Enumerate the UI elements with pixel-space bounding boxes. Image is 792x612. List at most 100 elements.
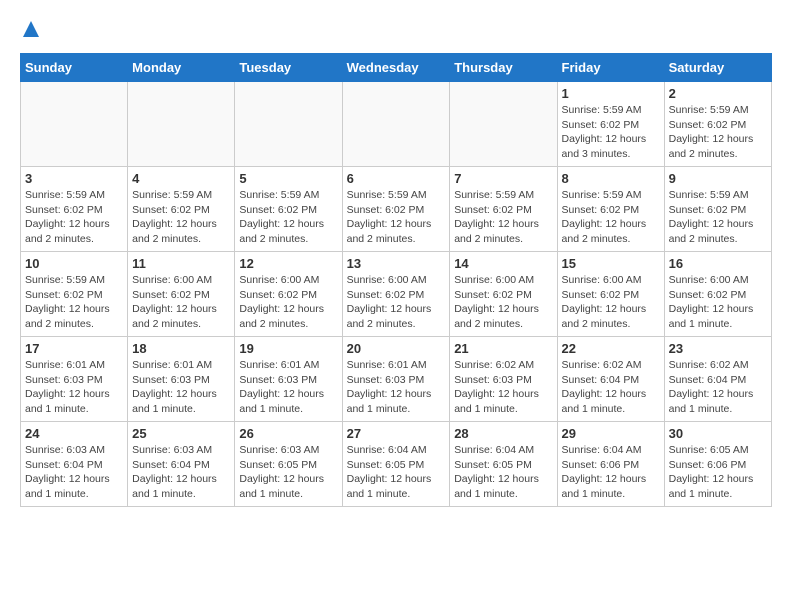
day-number: 25: [132, 426, 230, 441]
header: [20, 20, 772, 43]
day-number: 11: [132, 256, 230, 271]
day-info: Sunrise: 6:00 AM Sunset: 6:02 PM Dayligh…: [669, 273, 767, 332]
day-number: 15: [562, 256, 660, 271]
calendar-cell: 20Sunrise: 6:01 AM Sunset: 6:03 PM Dayli…: [342, 337, 450, 422]
day-number: 12: [239, 256, 337, 271]
calendar-cell: 16 Sunrise: 6:00 AM Sunset: 6:02 PM Dayli…: [664, 252, 771, 337]
calendar-cell: 14Sunrise: 6:00 AM Sunset: 6:02 PM Dayli…: [450, 252, 557, 337]
calendar-cell: 29Sunrise: 6:04 AM Sunset: 6:06 PM Dayli…: [557, 422, 664, 507]
day-number: 6: [347, 171, 446, 186]
calendar-cell: 1 Sunrise: 5:59 AM Sunset: 6:02 PM Daylig…: [557, 82, 664, 167]
day-number: 9: [669, 171, 767, 186]
calendar-week-row: 1 Sunrise: 5:59 AM Sunset: 6:02 PM Daylig…: [21, 82, 772, 167]
calendar-cell: 26 Sunrise: 6:03 AM Sunset: 6:05 PM Dayli…: [235, 422, 342, 507]
day-info: Sunrise: 6:01 AM Sunset: 6:03 PM Dayligh…: [25, 358, 123, 417]
day-info: Sunrise: 6:04 AM Sunset: 6:06 PM Dayligh…: [562, 443, 660, 502]
day-info: Sunrise: 5:59 AM Sunset: 6:02 PM Dayligh…: [669, 103, 767, 162]
calendar-cell: [342, 82, 450, 167]
calendar-cell: 15 Sunrise: 6:00 AM Sunset: 6:02 PM Dayli…: [557, 252, 664, 337]
day-number: 3: [25, 171, 123, 186]
calendar-header-wednesday: Wednesday: [342, 54, 450, 82]
day-number: 1: [562, 86, 660, 101]
day-info: Sunrise: 6:00 AM Sunset: 6:02 PM Dayligh…: [347, 273, 446, 332]
day-info: Sunrise: 6:02 AM Sunset: 6:03 PM Dayligh…: [454, 358, 552, 417]
calendar-cell: [235, 82, 342, 167]
calendar-header-row: SundayMondayTuesdayWednesdayThursdayFrid…: [21, 54, 772, 82]
calendar-cell: 13 Sunrise: 6:00 AM Sunset: 6:02 PM Dayli…: [342, 252, 450, 337]
day-number: 13: [347, 256, 446, 271]
calendar-cell: 7 Sunrise: 5:59 AM Sunset: 6:02 PM Daylig…: [450, 167, 557, 252]
calendar-week-row: 3 Sunrise: 5:59 AM Sunset: 6:02 PM Daylig…: [21, 167, 772, 252]
day-info: Sunrise: 6:03 AM Sunset: 6:05 PM Dayligh…: [239, 443, 337, 502]
day-number: 20: [347, 341, 446, 356]
calendar-cell: 25 Sunrise: 6:03 AM Sunset: 6:04 PM Dayli…: [128, 422, 235, 507]
day-info: Sunrise: 6:02 AM Sunset: 6:04 PM Dayligh…: [562, 358, 660, 417]
calendar-cell: 4Sunrise: 5:59 AM Sunset: 6:02 PM Daylig…: [128, 167, 235, 252]
calendar-cell: 9 Sunrise: 5:59 AM Sunset: 6:02 PM Daylig…: [664, 167, 771, 252]
calendar-cell: [21, 82, 128, 167]
day-info: Sunrise: 6:04 AM Sunset: 6:05 PM Dayligh…: [347, 443, 446, 502]
day-number: 18: [132, 341, 230, 356]
day-info: Sunrise: 6:03 AM Sunset: 6:04 PM Dayligh…: [132, 443, 230, 502]
day-number: 27: [347, 426, 446, 441]
day-info: Sunrise: 6:00 AM Sunset: 6:02 PM Dayligh…: [239, 273, 337, 332]
day-info: Sunrise: 6:04 AM Sunset: 6:05 PM Dayligh…: [454, 443, 552, 502]
day-info: Sunrise: 6:00 AM Sunset: 6:02 PM Dayligh…: [132, 273, 230, 332]
calendar-cell: 5 Sunrise: 5:59 AM Sunset: 6:02 PM Daylig…: [235, 167, 342, 252]
day-info: Sunrise: 6:05 AM Sunset: 6:06 PM Dayligh…: [669, 443, 767, 502]
calendar-cell: 11 Sunrise: 6:00 AM Sunset: 6:02 PM Dayli…: [128, 252, 235, 337]
calendar-header-tuesday: Tuesday: [235, 54, 342, 82]
day-info: Sunrise: 6:03 AM Sunset: 6:04 PM Dayligh…: [25, 443, 123, 502]
day-info: Sunrise: 5:59 AM Sunset: 6:02 PM Dayligh…: [454, 188, 552, 247]
calendar-cell: 19 Sunrise: 6:01 AM Sunset: 6:03 PM Dayli…: [235, 337, 342, 422]
day-number: 26: [239, 426, 337, 441]
calendar-cell: 27 Sunrise: 6:04 AM Sunset: 6:05 PM Dayli…: [342, 422, 450, 507]
day-info: Sunrise: 6:00 AM Sunset: 6:02 PM Dayligh…: [562, 273, 660, 332]
calendar-cell: 10 Sunrise: 5:59 AM Sunset: 6:02 PM Dayli…: [21, 252, 128, 337]
calendar-cell: 2Sunrise: 5:59 AM Sunset: 6:02 PM Daylig…: [664, 82, 771, 167]
day-info: Sunrise: 5:59 AM Sunset: 6:02 PM Dayligh…: [347, 188, 446, 247]
day-number: 7: [454, 171, 552, 186]
logo: [20, 20, 40, 43]
day-number: 8: [562, 171, 660, 186]
day-number: 10: [25, 256, 123, 271]
day-number: 17: [25, 341, 123, 356]
day-number: 28: [454, 426, 552, 441]
calendar-week-row: 10 Sunrise: 5:59 AM Sunset: 6:02 PM Dayli…: [21, 252, 772, 337]
day-number: 24: [25, 426, 123, 441]
day-number: 22: [562, 341, 660, 356]
day-info: Sunrise: 6:02 AM Sunset: 6:04 PM Dayligh…: [669, 358, 767, 417]
calendar-cell: 18 Sunrise: 6:01 AM Sunset: 6:03 PM Dayli…: [128, 337, 235, 422]
calendar-cell: 24 Sunrise: 6:03 AM Sunset: 6:04 PM Dayli…: [21, 422, 128, 507]
calendar-week-row: 17 Sunrise: 6:01 AM Sunset: 6:03 PM Dayli…: [21, 337, 772, 422]
calendar-header-friday: Friday: [557, 54, 664, 82]
day-number: 5: [239, 171, 337, 186]
logo-icon: [22, 20, 40, 38]
calendar-header-thursday: Thursday: [450, 54, 557, 82]
calendar-cell: 30 Sunrise: 6:05 AM Sunset: 6:06 PM Dayli…: [664, 422, 771, 507]
day-info: Sunrise: 6:01 AM Sunset: 6:03 PM Dayligh…: [239, 358, 337, 417]
day-info: Sunrise: 6:01 AM Sunset: 6:03 PM Dayligh…: [132, 358, 230, 417]
calendar-body: 1 Sunrise: 5:59 AM Sunset: 6:02 PM Daylig…: [21, 82, 772, 507]
calendar-cell: [128, 82, 235, 167]
day-info: Sunrise: 5:59 AM Sunset: 6:02 PM Dayligh…: [562, 103, 660, 162]
day-info: Sunrise: 5:59 AM Sunset: 6:02 PM Dayligh…: [25, 273, 123, 332]
calendar-table: SundayMondayTuesdayWednesdayThursdayFrid…: [20, 53, 772, 507]
calendar-cell: 12 Sunrise: 6:00 AM Sunset: 6:02 PM Dayli…: [235, 252, 342, 337]
calendar-cell: [450, 82, 557, 167]
day-number: 19: [239, 341, 337, 356]
calendar-cell: 28 Sunrise: 6:04 AM Sunset: 6:05 PM Dayli…: [450, 422, 557, 507]
calendar-cell: 3 Sunrise: 5:59 AM Sunset: 6:02 PM Daylig…: [21, 167, 128, 252]
calendar-cell: 21Sunrise: 6:02 AM Sunset: 6:03 PM Dayli…: [450, 337, 557, 422]
calendar-header-monday: Monday: [128, 54, 235, 82]
calendar-cell: 22 Sunrise: 6:02 AM Sunset: 6:04 PM Dayli…: [557, 337, 664, 422]
day-info: Sunrise: 5:59 AM Sunset: 6:02 PM Dayligh…: [669, 188, 767, 247]
day-info: Sunrise: 5:59 AM Sunset: 6:02 PM Dayligh…: [562, 188, 660, 247]
calendar-cell: 23Sunrise: 6:02 AM Sunset: 6:04 PM Dayli…: [664, 337, 771, 422]
day-info: Sunrise: 5:59 AM Sunset: 6:02 PM Dayligh…: [239, 188, 337, 247]
day-number: 16: [669, 256, 767, 271]
day-info: Sunrise: 5:59 AM Sunset: 6:02 PM Dayligh…: [25, 188, 123, 247]
day-number: 4: [132, 171, 230, 186]
day-number: 30: [669, 426, 767, 441]
day-info: Sunrise: 6:00 AM Sunset: 6:02 PM Dayligh…: [454, 273, 552, 332]
